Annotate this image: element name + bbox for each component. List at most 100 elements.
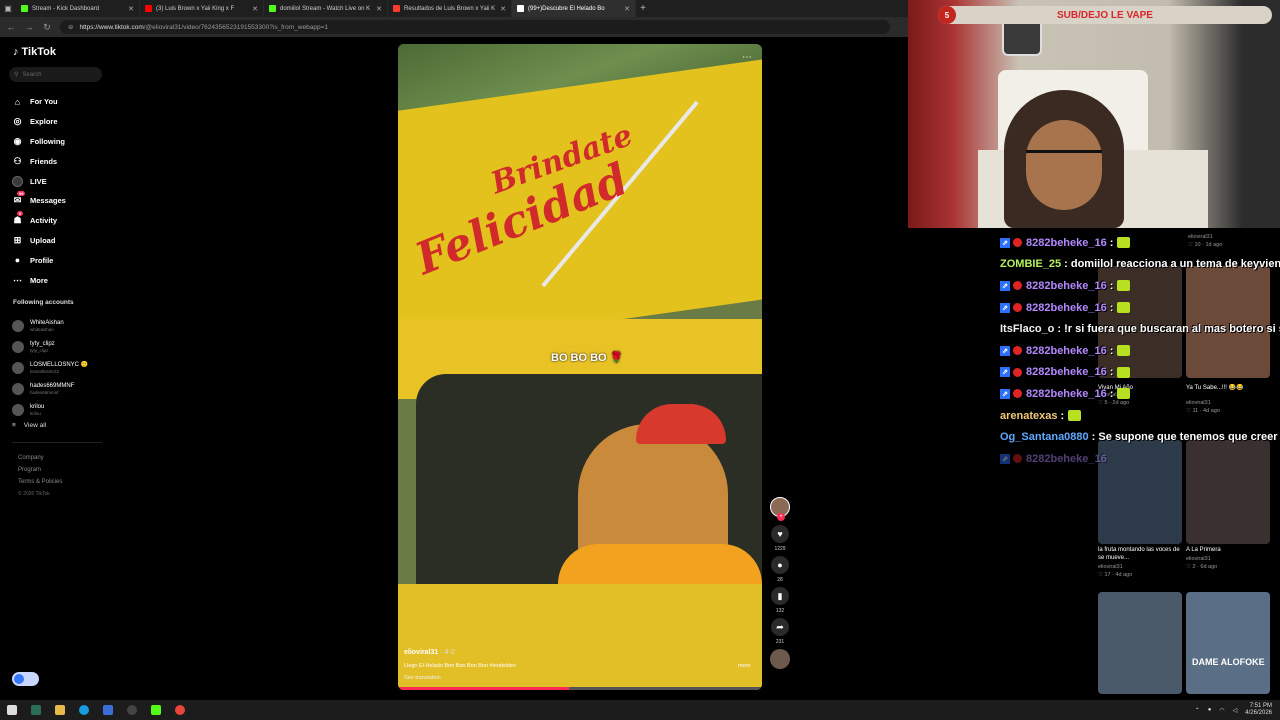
browser-tab[interactable]: (3) Luis Brown x Yaii King x F ✕: [140, 0, 264, 17]
nav-live[interactable]: LIVE: [12, 171, 107, 191]
more-link[interactable]: more: [738, 663, 751, 669]
compass-icon: ◎: [13, 116, 22, 127]
nav-label: More: [30, 275, 48, 285]
follow-plus-icon[interactable]: +: [777, 513, 785, 521]
video-player[interactable]: Brindate Felicidad BO BO BO 🌹 ⋯ eliovira…: [398, 44, 762, 690]
close-tab-icon[interactable]: ✕: [252, 5, 258, 13]
activity-badge: 9: [17, 211, 24, 217]
friends-icon: ⚇: [13, 155, 22, 166]
browser-menu-icon[interactable]: ▣: [0, 0, 16, 17]
video-progress-fill: [398, 687, 570, 690]
nav-upload[interactable]: ⊞ Upload: [12, 231, 107, 251]
nav-messages[interactable]: ✉ 99 Messages: [12, 191, 107, 211]
comment-icon: ●: [771, 556, 789, 574]
nav-explore[interactable]: ◎ Explore: [12, 112, 107, 132]
chat-text: :: [1109, 301, 1114, 314]
back-icon[interactable]: ←: [6, 22, 16, 32]
chrome-icon[interactable]: [168, 700, 192, 720]
chat-badge-icon: [1013, 281, 1022, 291]
chat-username: 8282beheke_16: [1026, 279, 1107, 292]
browser-tab[interactable]: Resultados de Luis Brown x Yaii K ✕: [388, 0, 512, 17]
app-icon[interactable]: [96, 700, 120, 720]
forward-icon[interactable]: →: [24, 22, 34, 32]
browser-tab-bar: ▣ Stream - Kick Dashboard ✕ (3) Luis Brow…: [0, 0, 908, 17]
chat-emote-icon: [1117, 366, 1131, 378]
stream-chat-overlay: ⇗ 8282beheke_16: ZOMBIE_25: domiilol reacc…: [1000, 232, 1280, 470]
nav-friends[interactable]: ⚇ Friends: [12, 151, 107, 171]
avatar: [12, 361, 24, 374]
following-account[interactable]: hades669MMNF hades66mmnf: [12, 378, 88, 399]
nav-more[interactable]: ⋯ More: [12, 270, 107, 290]
video-thumbnail[interactable]: [1186, 592, 1270, 694]
clock[interactable]: 7:51 PM 4/26/2026: [1245, 703, 1272, 717]
chat-badge-icon: [1013, 346, 1022, 356]
save-action[interactable]: ▮ 132: [768, 587, 792, 614]
reload-icon[interactable]: ↻: [42, 22, 52, 33]
chat-message: ItsFlaco_o: !r si fuera que buscaran al …: [1000, 318, 1280, 340]
close-tab-icon[interactable]: ✕: [624, 5, 630, 13]
nav-profile[interactable]: ● Profile: [12, 250, 107, 270]
share-icon: ➦: [771, 618, 789, 636]
chat-badge-icon: ⇗: [1000, 280, 1010, 291]
close-tab-icon[interactable]: ✕: [128, 5, 134, 13]
system-tray: ⌃ ● ◠ ◁ 7:51 PM 4/26/2026: [1195, 700, 1272, 720]
close-tab-icon[interactable]: ✕: [500, 5, 506, 13]
video-thumbnail[interactable]: [1098, 592, 1182, 694]
browser-tab[interactable]: domiilol Stream - Watch Live on K ✕: [264, 0, 388, 17]
nav-activity[interactable]: ☗ 9 Activity: [12, 211, 107, 231]
account-name: hades669MMNF: [30, 382, 75, 389]
music-disc-action[interactable]: [768, 649, 792, 669]
creator-avatar-action[interactable]: +: [768, 497, 792, 521]
mic-icon[interactable]: ●: [1208, 707, 1212, 713]
url-field[interactable]: ⊜ https://www.tiktok.com/@elioviral31/vi…: [60, 20, 890, 34]
following-account[interactable]: WhiteAishan whiteaishan: [12, 315, 88, 336]
following-account[interactable]: tyty_clipz tyty_clipz: [12, 336, 88, 357]
bookmark-icon: ▮: [771, 587, 789, 605]
close-tab-icon[interactable]: ✕: [376, 5, 382, 13]
thumbnail-author: elioviral31: [1186, 556, 1211, 562]
search-input[interactable]: ⚲ Search: [9, 67, 102, 82]
chat-badge-icon: ⇗: [1000, 367, 1010, 378]
new-tab-button[interactable]: +: [636, 3, 650, 14]
chat-badge-icon: [1013, 238, 1022, 248]
view-all-link[interactable]: ≡ View all: [12, 422, 46, 429]
footer-link-terms[interactable]: Terms & Policies: [18, 476, 62, 488]
site-info-icon[interactable]: ⊜: [68, 23, 73, 31]
video-progress-bar[interactable]: [398, 687, 762, 690]
footer-link-program[interactable]: Program: [18, 464, 62, 476]
wifi-icon[interactable]: ◠: [1219, 707, 1224, 714]
browser-tab[interactable]: Stream - Kick Dashboard ✕: [16, 0, 140, 17]
tray-chevron-icon[interactable]: ⌃: [1195, 707, 1200, 714]
author-name: elioviral31: [404, 649, 439, 656]
video-options-icon[interactable]: ⋯: [742, 52, 752, 63]
theme-toggle[interactable]: [12, 672, 39, 686]
chat-message: ⇗ 8282beheke_16:: [1000, 232, 1280, 254]
video-author[interactable]: elioviral31 · 4-2: [404, 649, 455, 656]
chat-badge-icon: ⇗: [1000, 345, 1010, 356]
see-translation-link[interactable]: See translation: [404, 675, 441, 681]
edge-browser-icon[interactable]: [72, 700, 96, 720]
browser-tab-active[interactable]: (99+)Descubre El Helado Bo ✕: [512, 0, 636, 17]
video-overlay-caption: BO BO BO 🌹: [551, 352, 624, 364]
chat-username: 8282beheke_16: [1026, 452, 1107, 465]
comment-action[interactable]: ● 28: [768, 556, 792, 583]
folder-icon[interactable]: [48, 700, 72, 720]
profile-icon: ●: [14, 255, 21, 266]
share-action[interactable]: ➦ 231: [768, 618, 792, 645]
nav-following[interactable]: ◉ Following: [12, 132, 107, 152]
chat-message: ⇗ 8282beheke_16:: [1000, 297, 1280, 319]
chat-message: ⇗ 8282beheke_16:: [1000, 275, 1280, 297]
like-action[interactable]: ♥ 1229: [768, 525, 792, 552]
nav-for-you[interactable]: ⌂ For You: [12, 92, 107, 112]
obs-icon[interactable]: [120, 700, 144, 720]
start-icon[interactable]: [0, 700, 24, 720]
tiktok-logo[interactable]: ♪ TikTok: [13, 46, 56, 58]
kick-icon[interactable]: [144, 700, 168, 720]
following-account[interactable]: krilou krilou: [12, 399, 88, 420]
following-account[interactable]: LOSMELLOSNYC 🙂 losmellosntr22: [12, 357, 88, 378]
footer-link-company[interactable]: Company: [18, 452, 62, 464]
volume-icon[interactable]: ◁: [1233, 707, 1238, 714]
terminal-icon[interactable]: [24, 700, 48, 720]
post-date: · 4-2: [440, 649, 455, 656]
account-name: WhiteAishan: [30, 319, 64, 326]
